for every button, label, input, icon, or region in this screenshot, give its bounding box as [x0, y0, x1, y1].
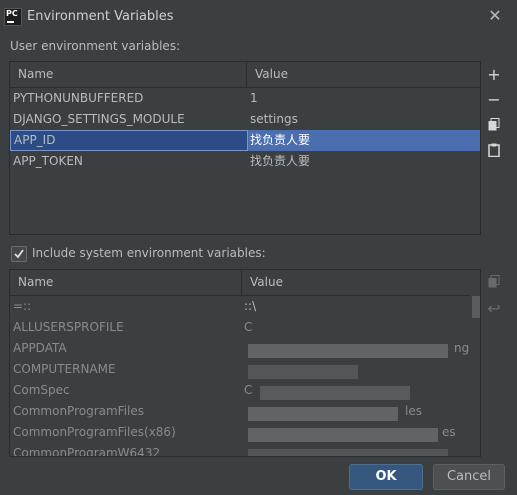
redacted-value-blur: [248, 428, 438, 442]
row-value: ::\: [244, 299, 257, 313]
table-row[interactable]: ALLUSERSPROFILE C: [10, 317, 480, 338]
row-value: C: [244, 383, 253, 397]
row-name-edit-field[interactable]: APP_ID: [10, 130, 248, 151]
row-name: PYTHONUNBUFFERED: [13, 91, 144, 105]
row-value: settings: [250, 112, 298, 126]
table-row[interactable]: CommonProgramFiles les: [10, 401, 480, 422]
system-table-header: Name Value: [10, 270, 480, 296]
redacted-value-blur: [248, 365, 358, 379]
pycharm-app-icon: PC: [4, 8, 22, 26]
row-name: CommonProgramFiles(x86): [13, 425, 176, 439]
name-column-header[interactable]: Name: [10, 270, 53, 295]
row-value: les: [405, 404, 422, 418]
cancel-button[interactable]: Cancel: [433, 464, 505, 490]
row-value: 1: [250, 91, 258, 105]
row-name: DJANGO_SETTINGS_MODULE: [13, 112, 185, 126]
name-column-header[interactable]: Name: [10, 62, 53, 87]
title-bar: PC Environment Variables ✕: [0, 0, 517, 32]
redacted-value-blur: [248, 449, 448, 456]
copy-icon: [483, 272, 505, 294]
copy-icon[interactable]: [483, 115, 505, 137]
table-row[interactable]: PYTHONUNBUFFERED 1: [10, 88, 480, 109]
row-value: C: [244, 320, 253, 334]
include-system-label[interactable]: Include system environment variables:: [32, 246, 266, 260]
close-icon[interactable]: ✕: [486, 7, 504, 25]
redacted-value-blur: [248, 407, 398, 421]
row-value: 找负责人要: [250, 133, 311, 147]
row-name: COMPUTERNAME: [13, 362, 116, 376]
redacted-value-blur: [260, 386, 410, 400]
scrollbar-thumb[interactable]: [472, 296, 480, 318]
row-name: =::: [13, 299, 32, 313]
row-name: APP_TOKEN: [13, 154, 83, 168]
undo-icon: ↩: [487, 299, 501, 318]
row-name: CommonProgramFiles: [13, 404, 145, 418]
table-row[interactable]: =:: ::\: [10, 296, 480, 317]
row-value: 找负责人要: [250, 154, 311, 168]
table-row-selected[interactable]: APP_ID 找负责人要: [10, 130, 480, 151]
paste-icon[interactable]: [483, 141, 505, 163]
include-system-checkbox[interactable]: [11, 246, 27, 262]
minus-icon[interactable]: −: [483, 89, 505, 111]
plus-icon[interactable]: +: [483, 64, 505, 86]
row-name: CommonProgramW6432: [13, 446, 161, 457]
table-row[interactable]: APP_TOKEN 找负责人要: [10, 151, 480, 172]
user-table-header: Name Value: [10, 62, 480, 88]
system-env-table: Name Value =:: ::\ ALLUSERSPROFILE C APP…: [9, 269, 481, 457]
row-name: APPDATA: [13, 341, 67, 355]
row-name: ALLUSERSPROFILE: [13, 320, 124, 334]
table-row[interactable]: COMPUTERNAME: [10, 359, 480, 380]
window-title: Environment Variables: [27, 9, 174, 24]
user-env-table: Name Value PYTHONUNBUFFERED 1 DJANGO_SET…: [9, 61, 481, 235]
user-env-vars-label: User environment variables:: [10, 39, 181, 53]
value-column-header[interactable]: Value: [247, 62, 288, 87]
system-table-scrollbar[interactable]: [470, 295, 480, 455]
row-value: ng: [454, 341, 470, 355]
redacted-value-blur: [248, 344, 448, 358]
row-value: es: [442, 425, 456, 439]
value-column-header[interactable]: Value: [242, 270, 283, 295]
table-row[interactable]: DJANGO_SETTINGS_MODULE settings: [10, 109, 480, 130]
row-name: ComSpec: [13, 383, 70, 397]
ok-button[interactable]: OK: [349, 464, 423, 490]
